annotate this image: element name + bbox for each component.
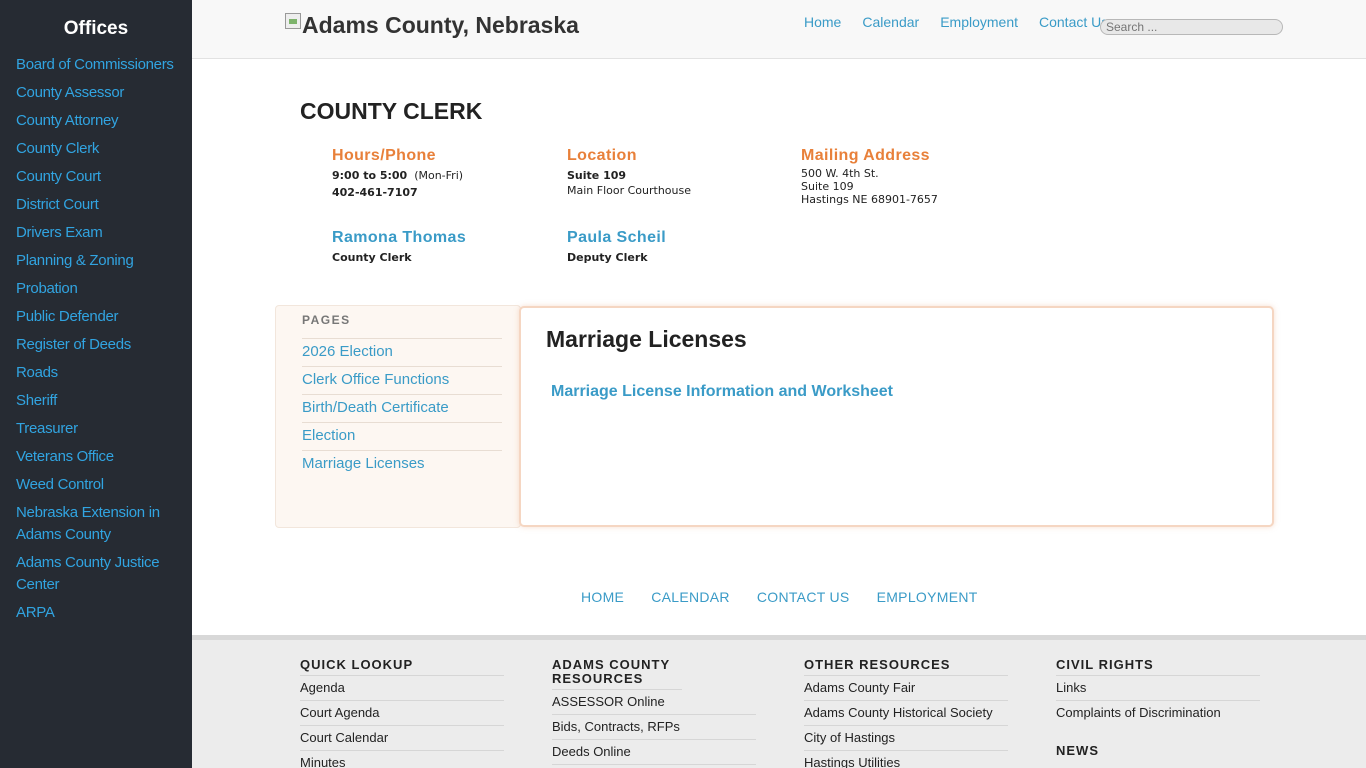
page-link-marriage-licenses[interactable]: Marriage Licenses	[302, 450, 502, 478]
sidebar-item-planning-zoning[interactable]: Planning & Zoning	[16, 250, 182, 272]
sidebar-item-district-court[interactable]: District Court	[16, 194, 182, 216]
footer-link-bids-contracts[interactable]: Bids, Contracts, RFPs	[552, 715, 756, 740]
page-link-2026-election[interactable]: 2026 Election	[302, 338, 502, 366]
staff-card: Ramona Thomas County Clerk	[332, 229, 466, 265]
footer-link-assessor-online[interactable]: ASSESSOR Online	[552, 690, 756, 715]
footer-link-minutes[interactable]: Minutes	[300, 751, 504, 768]
search-input[interactable]	[1100, 19, 1283, 35]
content-heading: Marriage Licenses	[546, 326, 747, 352]
location-suite: Suite 109	[567, 169, 627, 182]
sidebar-item-justice-center[interactable]: Adams County Justice Center	[16, 552, 182, 596]
nav-employment-link[interactable]: Employment	[940, 14, 1018, 30]
sidebar-item-nebraska-extension[interactable]: Nebraska Extension in Adams County	[16, 502, 182, 546]
hours-phone-block: Hours/Phone 9:00 to 5:00 (Mon-Fri) 402-4…	[332, 147, 463, 200]
footer-link-county-fair[interactable]: Adams County Fair	[804, 676, 1008, 701]
pages-heading: PAGES	[302, 313, 351, 327]
footer-nav-home[interactable]: HOME	[581, 589, 624, 605]
mailing-heading: Mailing Address	[801, 147, 930, 164]
mailing-line3: Hastings NE 68901-7657	[801, 193, 938, 206]
footer-link-links[interactable]: Links	[1056, 676, 1260, 701]
location-heading: Location	[567, 147, 637, 164]
hours-time: 9:00 to 5:00	[332, 169, 408, 182]
nav-calendar-link[interactable]: Calendar	[862, 14, 919, 30]
top-nav: Home Calendar Employment Contact Us	[804, 14, 1129, 30]
hours-days: (Mon-Fri)	[414, 169, 464, 182]
staff-card: Paula Scheil Deputy Clerk	[567, 229, 666, 265]
quick-lookup-list: Agenda Court Agenda Court Calendar Minut…	[300, 676, 504, 768]
footer-nav: HOME CALENDAR CONTACT US EMPLOYMENT	[581, 589, 1005, 605]
sidebar-list: Board of Commissioners County Assessor C…	[0, 54, 192, 624]
sidebar-item-probation[interactable]: Probation	[16, 278, 182, 300]
other-resources-list: Adams County Fair Adams County Historica…	[804, 676, 1008, 768]
mailing-address-block: Mailing Address 500 W. 4th St. Suite 109…	[801, 147, 938, 206]
sidebar-title: Offices	[63, 18, 129, 39]
page-title: COUNTY CLERK	[300, 98, 483, 124]
footer-nav-calendar[interactable]: CALENDAR	[651, 589, 730, 605]
main-content-card: Marriage Licenses Marriage License Infor…	[519, 306, 1274, 527]
quick-lookup-column: QUICK LOOKUP Agenda Court Agenda Court C…	[300, 658, 504, 768]
sidebar-item-arpa[interactable]: ARPA	[16, 602, 182, 624]
footer-link-agenda[interactable]: Agenda	[300, 676, 504, 701]
pages-panel: PAGES 2026 Election Clerk Office Functio…	[275, 305, 521, 528]
civil-rights-list: Links Complaints of Discrimination	[1056, 676, 1260, 726]
staff-name: Ramona Thomas	[332, 229, 467, 246]
sidebar-item-veterans-office[interactable]: Veterans Office	[16, 446, 182, 468]
sidebar-item-weed-control[interactable]: Weed Control	[16, 474, 182, 496]
sidebar-item-county-clerk[interactable]: County Clerk	[16, 138, 182, 160]
phone-number: 402-461-7107	[332, 186, 418, 199]
page-link-birth-death-certificate[interactable]: Birth/Death Certificate	[302, 394, 502, 422]
footer-nav-employment[interactable]: EMPLOYMENT	[877, 589, 978, 605]
footer-link-historical-society[interactable]: Adams County Historical Society	[804, 701, 1008, 726]
sidebar-item-board-of-commissioners[interactable]: Board of Commissioners	[16, 54, 182, 76]
site-logo-link[interactable]: Adams County, Nebraska	[285, 12, 579, 39]
sidebar-item-drivers-exam[interactable]: Drivers Exam	[16, 222, 182, 244]
site-footer: QUICK LOOKUP Agenda Court Agenda Court C…	[192, 635, 1366, 768]
other-resources-title: OTHER RESOURCES	[804, 658, 1008, 676]
broken-image-icon	[285, 12, 301, 29]
marriage-license-info-link[interactable]: Marriage License Information and Workshe…	[551, 383, 893, 401]
offices-sidebar: Offices Board of Commissioners County As…	[0, 0, 192, 768]
resources-title: ADAMS COUNTY RESOURCES	[552, 658, 682, 690]
resources-list: ASSESSOR Online Bids, Contracts, RFPs De…	[552, 690, 756, 765]
nav-home-link[interactable]: Home	[804, 14, 841, 30]
footer-link-court-calendar[interactable]: Court Calendar	[300, 726, 504, 751]
hours-heading: Hours/Phone	[332, 147, 436, 164]
resources-column: ADAMS COUNTY RESOURCES ASSESSOR Online B…	[552, 658, 756, 765]
mailing-line1: 500 W. 4th St.	[801, 167, 879, 180]
sidebar-item-county-attorney[interactable]: County Attorney	[16, 110, 182, 132]
footer-link-hastings-utilities[interactable]: Hastings Utilities	[804, 751, 1008, 768]
footer-link-court-agenda[interactable]: Court Agenda	[300, 701, 504, 726]
civil-rights-title: CIVIL RIGHTS	[1056, 658, 1260, 676]
footer-link-deeds-online[interactable]: Deeds Online	[552, 740, 756, 765]
sidebar-item-sheriff[interactable]: Sheriff	[16, 390, 182, 412]
page-link-election[interactable]: Election	[302, 422, 502, 450]
sidebar-item-public-defender[interactable]: Public Defender	[16, 306, 182, 328]
mailing-line2: Suite 109	[801, 180, 854, 193]
location-detail: Main Floor Courthouse	[567, 184, 692, 197]
sidebar-item-county-court[interactable]: County Court	[16, 166, 182, 188]
quick-lookup-title: QUICK LOOKUP	[300, 658, 504, 676]
site-header: Adams County, Nebraska Home Calendar Emp…	[192, 0, 1366, 59]
sidebar-item-register-of-deeds[interactable]: Register of Deeds	[16, 334, 182, 356]
footer-link-complaints[interactable]: Complaints of Discrimination	[1056, 701, 1260, 726]
staff-role: Deputy Clerk	[567, 251, 648, 264]
staff-role: County Clerk	[332, 251, 412, 264]
news-title: NEWS	[1056, 743, 1099, 758]
pages-list: 2026 Election Clerk Office Functions Bir…	[302, 338, 502, 478]
nav-contact-link[interactable]: Contact Us	[1039, 14, 1108, 30]
page-link-clerk-office-functions[interactable]: Clerk Office Functions	[302, 366, 502, 394]
hours-line: 9:00 to 5:00 (Mon-Fri)	[332, 168, 463, 183]
footer-nav-contact-us[interactable]: CONTACT US	[757, 589, 850, 605]
other-resources-column: OTHER RESOURCES Adams County Fair Adams …	[804, 658, 1008, 768]
sidebar-item-roads[interactable]: Roads	[16, 362, 182, 384]
site-title: Adams County, Nebraska	[302, 12, 579, 38]
sidebar-item-county-assessor[interactable]: County Assessor	[16, 82, 182, 104]
civil-rights-column: CIVIL RIGHTS Links Complaints of Discrim…	[1056, 658, 1260, 761]
footer-link-city-of-hastings[interactable]: City of Hastings	[804, 726, 1008, 751]
sidebar-item-treasurer[interactable]: Treasurer	[16, 418, 182, 440]
location-block: Location Suite 109 Main Floor Courthouse	[567, 147, 691, 198]
staff-name: Paula Scheil	[567, 229, 667, 246]
